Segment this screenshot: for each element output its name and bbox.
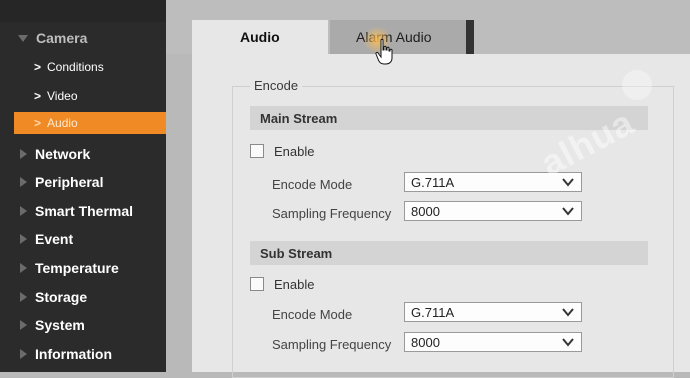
- tab-label: Audio: [240, 29, 280, 45]
- sub-stream-header: Sub Stream: [250, 241, 648, 265]
- watermark-dot: [622, 70, 652, 100]
- sidebar: Camera > Conditions > Video > Audio Netw…: [0, 0, 166, 372]
- encode-legend: Encode: [250, 78, 303, 93]
- select-value: 8000: [411, 334, 440, 350]
- tab-alarm-audio[interactable]: Alarm Audio: [330, 20, 474, 54]
- sidebar-subitem-label: Video: [47, 89, 78, 103]
- sidebar-item-temperature[interactable]: Temperature: [0, 256, 166, 280]
- sidebar-item-label: Smart Thermal: [35, 203, 134, 219]
- sidebar-item-label: Storage: [35, 289, 88, 305]
- triangle-right-icon: [20, 292, 27, 302]
- sidebar-item-label: Network: [35, 146, 91, 162]
- sidebar-subitem-video[interactable]: > Video: [0, 85, 166, 107]
- section-title: Main Stream: [260, 110, 338, 126]
- chevron-right-icon: >: [34, 60, 42, 74]
- triangle-right-icon: [20, 320, 27, 330]
- triangle-right-icon: [20, 177, 27, 187]
- sidebar-subitem-label: Audio: [47, 116, 78, 130]
- sub-sampling-label: Sampling Frequency: [272, 337, 392, 352]
- sidebar-item-label: Information: [35, 346, 112, 362]
- sidebar-item-label: Camera: [36, 30, 88, 46]
- chevron-right-icon: >: [34, 116, 42, 130]
- sidebar-item-label: System: [35, 317, 85, 333]
- main-sampling-select[interactable]: 8000: [404, 201, 582, 221]
- main-sampling-label: Sampling Frequency: [272, 206, 392, 221]
- sidebar-item-label: Temperature: [35, 260, 119, 276]
- main-stream-enable-checkbox[interactable]: [250, 144, 264, 158]
- sub-encode-mode-select[interactable]: G.711A: [404, 302, 582, 322]
- sub-encode-mode-label: Encode Mode: [272, 307, 353, 322]
- sidebar-item-event[interactable]: Event: [0, 227, 166, 251]
- triangle-right-icon: [20, 206, 27, 216]
- section-title: Sub Stream: [260, 245, 333, 261]
- sidebar-item-camera[interactable]: Camera: [0, 26, 166, 50]
- sidebar-item-system[interactable]: System: [0, 313, 166, 337]
- sidebar-subitem-conditions[interactable]: > Conditions: [0, 56, 166, 78]
- chevron-down-icon: [562, 308, 574, 317]
- sidebar-item-smart-thermal[interactable]: Smart Thermal: [0, 199, 166, 223]
- sidebar-item-storage[interactable]: Storage: [0, 285, 166, 309]
- select-value: G.711A: [411, 304, 455, 320]
- checkbox-label: Enable: [274, 276, 315, 292]
- chevron-down-icon: [562, 207, 574, 216]
- triangle-right-icon: [20, 349, 27, 359]
- sidebar-item-label: Event: [35, 231, 74, 247]
- sidebar-top-edge: [0, 0, 166, 22]
- triangle-right-icon: [20, 234, 27, 244]
- sub-stream-enable-checkbox[interactable]: [250, 277, 264, 291]
- main-stream-enable-row[interactable]: Enable: [250, 141, 314, 161]
- sidebar-item-network[interactable]: Network: [0, 142, 166, 166]
- select-value: 8000: [411, 203, 440, 219]
- triangle-right-icon: [20, 149, 27, 159]
- select-value: G.711A: [411, 174, 455, 190]
- sidebar-item-label: Peripheral: [35, 174, 104, 190]
- main-encode-mode-label: Encode Mode: [272, 177, 353, 192]
- sub-sampling-select[interactable]: 8000: [404, 332, 582, 352]
- chevron-right-icon: >: [34, 89, 42, 103]
- triangle-right-icon: [20, 263, 27, 273]
- sidebar-item-information[interactable]: Information: [0, 342, 166, 366]
- sidebar-subitem-audio[interactable]: > Audio: [14, 112, 166, 134]
- triangle-down-icon: [18, 34, 28, 42]
- tab-audio[interactable]: Audio: [192, 20, 328, 54]
- chevron-down-icon: [562, 338, 574, 347]
- sub-stream-enable-row[interactable]: Enable: [250, 274, 314, 294]
- sidebar-subitem-label: Conditions: [47, 60, 104, 74]
- sidebar-item-peripheral[interactable]: Peripheral: [0, 170, 166, 194]
- checkbox-label: Enable: [274, 143, 315, 159]
- hand-cursor-icon: [375, 38, 393, 65]
